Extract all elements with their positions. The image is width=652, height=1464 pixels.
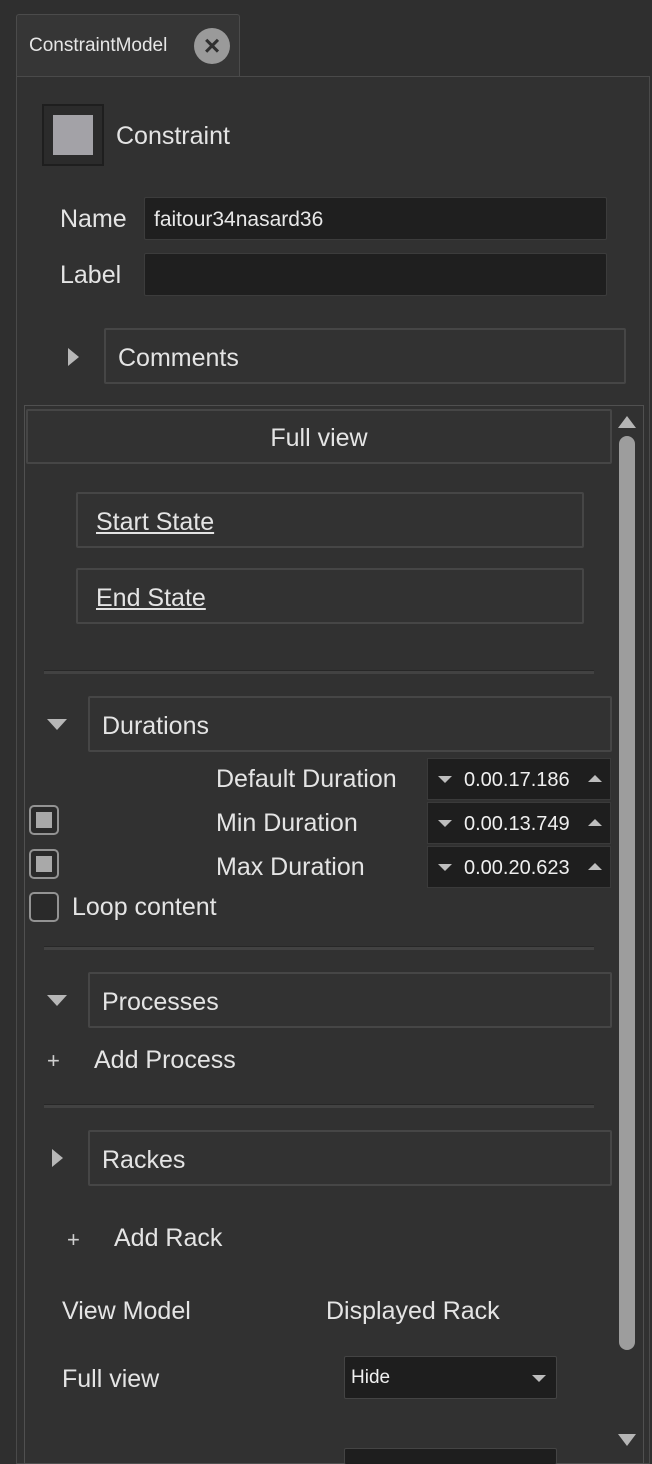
start-state-button[interactable]: Start State — [76, 492, 584, 548]
increment-icon[interactable] — [588, 863, 602, 870]
name-value: faitour34nasard36 — [154, 208, 324, 231]
max-duration-value: 0.00.20.623 — [464, 857, 570, 879]
full-view-label: Full view — [270, 424, 368, 452]
collapse-arrow-icon[interactable] — [47, 995, 67, 1006]
displayed-rack-value: Hide — [351, 1367, 391, 1388]
displayed-rack-select[interactable]: Hide — [344, 1356, 557, 1399]
end-state-link[interactable]: End State — [96, 584, 206, 613]
min-duration-value: 0.00.13.749 — [464, 813, 570, 835]
add-process-button[interactable]: Add Process — [94, 1046, 236, 1075]
separator — [44, 1104, 594, 1108]
decrement-icon[interactable] — [438, 864, 452, 871]
decrement-icon[interactable] — [438, 820, 452, 827]
scroll-down-icon[interactable] — [618, 1434, 636, 1446]
name-label: Name — [60, 205, 127, 233]
start-state-link[interactable]: Start State — [96, 508, 214, 537]
chevron-down-icon — [532, 1375, 546, 1382]
constraint-model-tab[interactable]: ConstraintModel × — [16, 14, 240, 76]
durations-toggle[interactable]: Durations — [88, 696, 612, 752]
scroll-up-icon[interactable] — [618, 416, 636, 428]
default-duration-label: Default Duration — [216, 765, 397, 793]
separator — [44, 946, 594, 950]
default-duration-spinbox[interactable]: 0.00.17.186 — [427, 758, 611, 800]
full-view-button[interactable]: Full view — [26, 409, 612, 464]
max-duration-spinbox[interactable]: 0.00.20.623 — [427, 846, 611, 888]
max-duration-checkbox[interactable] — [29, 849, 59, 879]
comments-label: Comments — [118, 344, 239, 372]
min-duration-spinbox[interactable]: 0.00.13.749 — [427, 802, 611, 844]
constraint-square-icon — [42, 104, 104, 166]
label-label: Label — [60, 261, 122, 289]
increment-icon[interactable] — [588, 775, 602, 782]
add-icon[interactable]: + — [67, 1227, 80, 1253]
expand-arrow-icon[interactable] — [68, 348, 79, 366]
separator — [44, 670, 594, 674]
view-model-name: Full view — [62, 1365, 160, 1393]
close-icon[interactable]: × — [194, 28, 230, 64]
min-duration-checkbox[interactable] — [29, 805, 59, 835]
loop-content-label: Loop content — [72, 893, 217, 921]
collapse-arrow-icon[interactable] — [47, 719, 67, 730]
expand-arrow-icon[interactable] — [52, 1149, 63, 1167]
max-duration-label: Max Duration — [216, 853, 365, 881]
inspector-title: Constraint — [116, 122, 230, 150]
end-state-button[interactable]: End State — [76, 568, 584, 624]
displayed-rack-select-partial[interactable] — [344, 1448, 557, 1464]
name-field[interactable]: faitour34nasard36 — [144, 197, 607, 240]
durations-label: Durations — [102, 712, 209, 740]
processes-label: Processes — [102, 988, 219, 1016]
tab-title: ConstraintModel — [29, 35, 168, 56]
default-duration-value: 0.00.17.186 — [464, 769, 570, 791]
add-icon[interactable]: + — [47, 1048, 60, 1074]
label-field[interactable] — [144, 253, 607, 296]
add-rack-button[interactable]: Add Rack — [114, 1224, 222, 1253]
loop-content-checkbox[interactable] — [29, 892, 59, 922]
rackes-label: Rackes — [102, 1146, 186, 1174]
increment-icon[interactable] — [588, 819, 602, 826]
decrement-icon[interactable] — [438, 776, 452, 783]
comments-toggle[interactable]: Comments — [104, 328, 626, 384]
view-model-header: View Model — [62, 1297, 191, 1325]
rackes-toggle[interactable]: Rackes — [88, 1130, 612, 1186]
processes-toggle[interactable]: Processes — [88, 972, 612, 1028]
scrollbar-thumb[interactable] — [619, 436, 635, 1350]
displayed-rack-header: Displayed Rack — [326, 1297, 500, 1325]
min-duration-label: Min Duration — [216, 809, 358, 837]
